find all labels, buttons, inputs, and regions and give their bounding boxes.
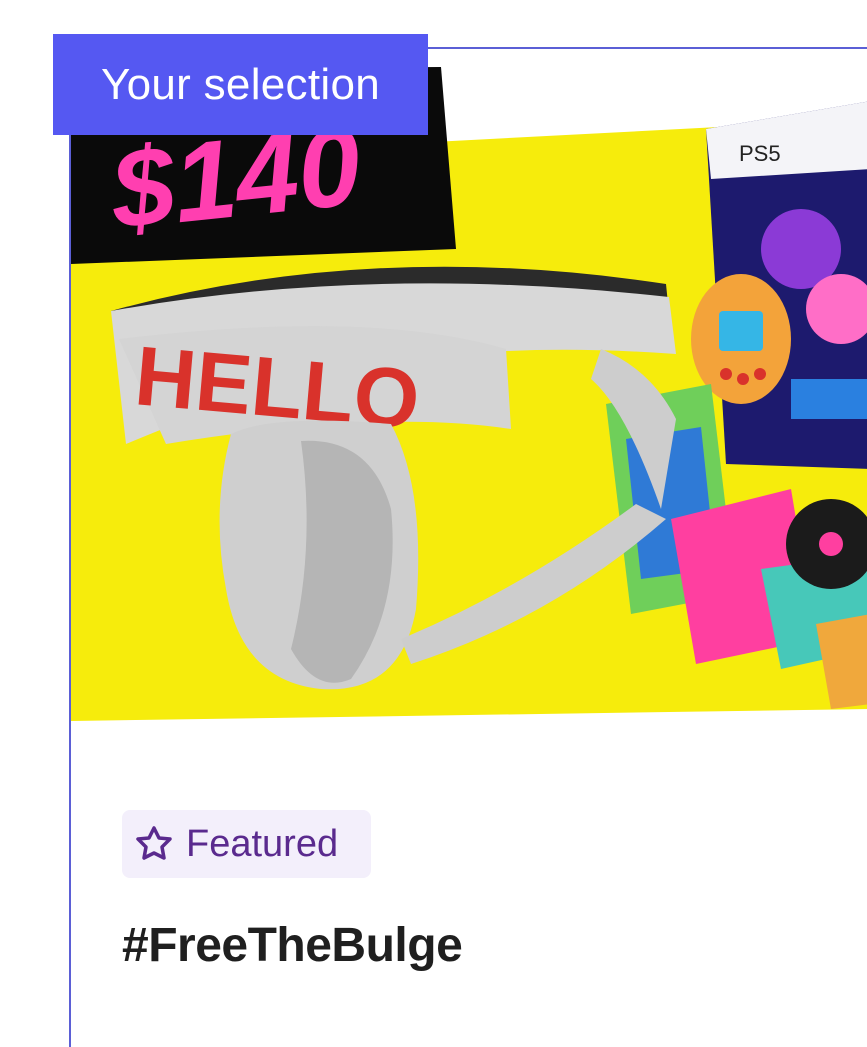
- svg-text:PS5: PS5: [739, 141, 781, 166]
- your-selection-badge: Your selection: [53, 34, 428, 135]
- product-card[interactable]: $140 PS5 HELLO: [69, 47, 867, 1047]
- featured-tag: Featured: [122, 810, 371, 878]
- flower-star-icon: [136, 826, 172, 860]
- product-image[interactable]: $140 PS5 HELLO: [71, 49, 867, 749]
- featured-label: Featured: [186, 822, 339, 865]
- toy-device: [691, 274, 791, 404]
- product-title[interactable]: #FreeTheBulge: [122, 918, 463, 973]
